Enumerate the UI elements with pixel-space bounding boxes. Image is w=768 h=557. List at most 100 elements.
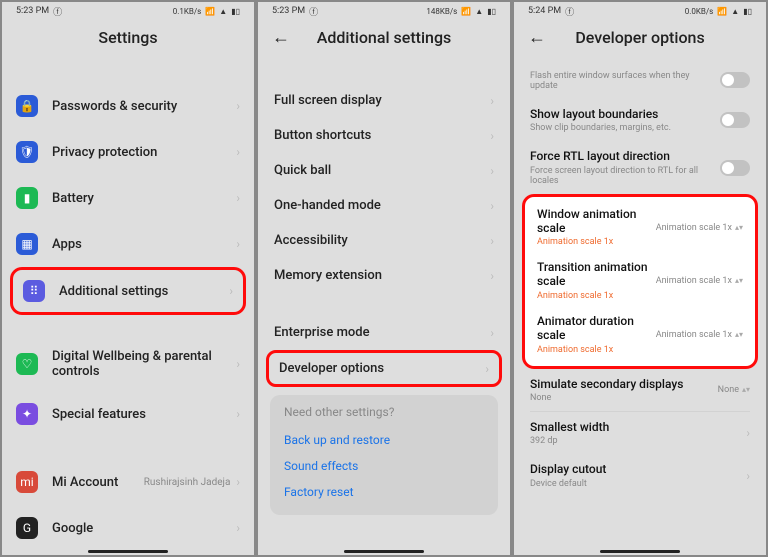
item-additional-settings[interactable]: ⠿ Additional settings › (13, 270, 243, 312)
status-net: 0.1KB/s (173, 7, 202, 16)
chevron-right-icon: › (236, 237, 240, 251)
item-privacy[interactable]: 🛡 Privacy protection › (2, 129, 254, 175)
item-smallest-width[interactable]: Smallest width 392 dp › (514, 412, 766, 454)
chevron-right-icon: › (490, 269, 494, 283)
item-force-rtl[interactable]: Force RTL layout direction Force screen … (514, 141, 766, 193)
item-simulate-displays[interactable]: Simulate secondary displays None None▴▾ (514, 369, 766, 411)
other-settings-card: Need other settings? Back up and restore… (270, 395, 498, 515)
status-time: 5:23 PM (272, 6, 305, 16)
battery-icon: ▮▯ (231, 7, 240, 16)
link-factory-reset[interactable]: Factory reset (284, 479, 484, 505)
chevron-right-icon: › (746, 469, 750, 483)
link-sound-effects[interactable]: Sound effects (284, 453, 484, 479)
item-passwords[interactable]: 🔒 Passwords & security › (2, 83, 254, 129)
wellbeing-icon: ♡ (16, 353, 38, 375)
item-flash-surfaces[interactable]: Flash entire window surfaces when they u… (514, 61, 766, 99)
item-enterprise-mode[interactable]: Enterprise mode › (258, 315, 510, 350)
facebook-icon: ⓕ (53, 5, 62, 18)
battery-icon: ▮▯ (487, 7, 496, 16)
page-title: Additional settings (272, 28, 496, 47)
chevron-right-icon: › (236, 191, 240, 205)
item-layout-boundaries[interactable]: Show layout boundaries Show clip boundar… (514, 99, 766, 141)
page-title: Settings (16, 28, 240, 47)
wifi-icon: ▲ (219, 7, 227, 16)
facebook-icon: ⓕ (309, 5, 318, 18)
mi-icon: mi (16, 471, 38, 493)
apps-icon: ▦ (16, 233, 38, 255)
nav-indicator (344, 550, 424, 553)
chevron-right-icon: › (490, 129, 494, 143)
item-mi-account[interactable]: mi Mi Account Rushirajsinh Jadeja › (2, 459, 254, 505)
chevron-right-icon: › (236, 521, 240, 535)
item-apps[interactable]: ▦ Apps › (2, 221, 254, 267)
status-time: 5:24 PM (528, 6, 561, 16)
toggle[interactable] (720, 160, 750, 176)
item-memory-extension[interactable]: Memory extension › (258, 258, 510, 293)
updown-icon: ▴▾ (735, 278, 743, 283)
status-net: 0.0KB/s (685, 7, 714, 16)
item-developer-options[interactable]: Developer options › (269, 353, 499, 384)
battery-icon: ▮▯ (743, 7, 752, 16)
chevron-right-icon: › (490, 234, 494, 248)
highlight-developer-options: Developer options › (266, 350, 502, 387)
link-backup-restore[interactable]: Back up and restore (284, 427, 484, 453)
nav-indicator (600, 550, 680, 553)
highlight-additional-settings: ⠿ Additional settings › (10, 267, 246, 315)
chevron-right-icon: › (236, 475, 240, 489)
chevron-right-icon: › (229, 284, 233, 298)
chevron-right-icon: › (236, 357, 240, 371)
chevron-right-icon: › (236, 407, 240, 421)
item-one-handed[interactable]: One-handed mode › (258, 188, 510, 223)
chevron-right-icon: › (490, 326, 494, 340)
header: ← Developer options (514, 18, 766, 61)
facebook-icon: ⓕ (565, 5, 574, 18)
screen-additional-settings: 5:23 PM ⓕ 148KB/s 📶 ▲ ▮▯ ← Additional se… (258, 2, 510, 555)
chevron-right-icon: › (490, 164, 494, 178)
item-display-cutout[interactable]: Display cutout Device default › (514, 454, 766, 496)
signal-icon: 📶 (205, 7, 215, 16)
card-heading: Need other settings? (284, 405, 484, 419)
item-transition-animation[interactable]: Transition animation scale Animation sca… (525, 254, 755, 308)
header: ← Additional settings (258, 18, 510, 61)
status-net: 148KB/s (426, 7, 457, 16)
chevron-right-icon: › (236, 99, 240, 113)
chevron-right-icon: › (485, 362, 489, 376)
item-accessibility[interactable]: Accessibility › (258, 223, 510, 258)
signal-icon: 📶 (717, 7, 727, 16)
item-animator-duration[interactable]: Animator duration scale Animation scale … (525, 308, 755, 362)
item-battery[interactable]: ▮ Battery › (2, 175, 254, 221)
screen-developer-options: 5:24 PM ⓕ 0.0KB/s 📶 ▲ ▮▯ ← Developer opt… (514, 2, 766, 555)
wifi-icon: ▲ (731, 7, 739, 16)
back-button[interactable]: ← (272, 27, 290, 48)
status-bar: 5:23 PM ⓕ 0.1KB/s 📶 ▲ ▮▯ (2, 2, 254, 18)
toggle[interactable] (720, 112, 750, 128)
item-window-animation[interactable]: Window animation scale Animation scale 1… (525, 201, 755, 255)
star-icon: ✦ (16, 403, 38, 425)
nav-indicator (88, 550, 168, 553)
item-button-shortcuts[interactable]: Button shortcuts › (258, 118, 510, 153)
updown-icon: ▴▾ (735, 225, 743, 230)
status-bar: 5:24 PM ⓕ 0.0KB/s 📶 ▲ ▮▯ (514, 2, 766, 18)
google-icon: G (16, 517, 38, 539)
status-bar: 5:23 PM ⓕ 148KB/s 📶 ▲ ▮▯ (258, 2, 510, 18)
signal-icon: 📶 (461, 7, 471, 16)
header: Settings (2, 18, 254, 61)
chevron-right-icon: › (746, 426, 750, 440)
grid-icon: ⠿ (23, 280, 45, 302)
status-time: 5:23 PM (16, 6, 49, 16)
chevron-right-icon: › (490, 94, 494, 108)
toggle[interactable] (720, 72, 750, 88)
chevron-right-icon: › (490, 199, 494, 213)
wifi-icon: ▲ (475, 7, 483, 16)
item-wellbeing[interactable]: ♡ Digital Wellbeing & parental controls … (2, 337, 254, 391)
highlight-animation-scales: Window animation scale Animation scale 1… (522, 194, 758, 369)
back-button[interactable]: ← (528, 27, 546, 48)
lock-icon: 🔒 (16, 95, 38, 117)
updown-icon: ▴▾ (735, 332, 743, 337)
item-quick-ball[interactable]: Quick ball › (258, 153, 510, 188)
item-google[interactable]: G Google › (2, 505, 254, 551)
shield-icon: 🛡 (16, 141, 38, 163)
battery-icon: ▮ (16, 187, 38, 209)
item-special-features[interactable]: ✦ Special features › (2, 391, 254, 437)
item-full-screen[interactable]: Full screen display › (258, 83, 510, 118)
